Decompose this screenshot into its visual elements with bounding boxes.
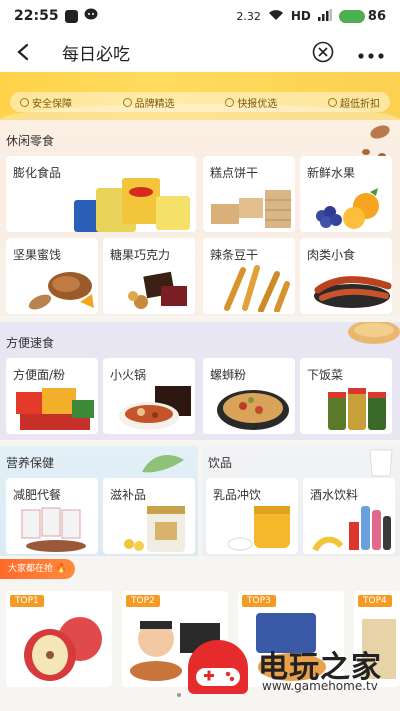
badge-discount: 超低折扣 bbox=[327, 95, 380, 110]
biscuits-icon bbox=[211, 190, 291, 228]
badge-quick: 快报优选 bbox=[225, 95, 277, 110]
fruit-icon bbox=[316, 188, 379, 229]
hotpot-icon bbox=[119, 386, 191, 430]
category-fresh-fruit[interactable]: 新鲜水果 bbox=[300, 156, 392, 232]
watermark-url: www.gamehome.tv bbox=[262, 679, 378, 693]
gamepad-logo-icon bbox=[188, 640, 248, 694]
top-badge: TOP3 bbox=[242, 595, 276, 607]
category-pastry-biscuits[interactable]: 糕点饼干 bbox=[203, 156, 295, 232]
noodles-pack-icon bbox=[16, 388, 94, 430]
badge-safety: 安全保障 bbox=[20, 95, 72, 110]
section-drinks: 饮品 乳品冲饮 酒水饮料 bbox=[202, 446, 400, 556]
nav-bar: 每日必吃 bbox=[0, 32, 400, 72]
category-nuts[interactable]: 坚果蜜饯 bbox=[6, 238, 98, 314]
category-meat-snacks[interactable]: 肉类小食 bbox=[300, 238, 392, 314]
wifi-icon bbox=[268, 9, 284, 24]
category-candy-chocolate[interactable]: 糖果巧克力 bbox=[103, 238, 195, 314]
signal-icon bbox=[317, 8, 332, 24]
more-button[interactable] bbox=[358, 40, 384, 64]
chips-bags-icon bbox=[74, 178, 190, 232]
nuts-icon bbox=[28, 272, 94, 310]
category-spicy-strips[interactable]: 辣条豆干 bbox=[203, 238, 295, 314]
guarantee-badges: 安全保障 品牌精选 快报优选 超低折扣 bbox=[10, 92, 390, 112]
battery-indicator: 86 bbox=[338, 8, 386, 24]
category-luosifen[interactable]: 螺蛳粉 bbox=[203, 358, 295, 434]
app-screen: 22:55 2.32 HD 86 每日必吃 安全保障 品牌精选 快报优选 超低折… bbox=[0, 0, 400, 711]
luosifen-bowl-icon bbox=[217, 390, 289, 430]
spicy-strips-icon bbox=[224, 265, 290, 312]
top-badge: TOP4 bbox=[358, 595, 392, 607]
heart-icon bbox=[122, 97, 132, 107]
category-side-dishes[interactable]: 下饭菜 bbox=[300, 358, 392, 434]
diet-packs-icon bbox=[21, 507, 86, 552]
category-hotpot[interactable]: 小火锅 bbox=[103, 358, 195, 434]
top-card-1[interactable]: TOP1 bbox=[6, 591, 112, 687]
meat-icon bbox=[314, 276, 392, 308]
noodle-bowl-decor-icon bbox=[348, 322, 400, 344]
status-bar: 22:55 2.32 HD 86 bbox=[0, 0, 400, 32]
badge-brand: 品牌精选 bbox=[122, 95, 175, 110]
beverage-bottles-icon bbox=[312, 506, 391, 552]
category-diet-meal[interactable]: 减肥代餐 bbox=[6, 478, 98, 554]
battery-level: 86 bbox=[367, 8, 386, 24]
leaf-decor-icon bbox=[142, 455, 184, 473]
network-speed: 2.32 bbox=[236, 9, 261, 23]
apple-icon bbox=[24, 617, 102, 681]
section-title: 饮品 bbox=[208, 456, 233, 470]
category-alcohol-beverages[interactable]: 酒水饮料 bbox=[303, 478, 395, 554]
pager-dot bbox=[177, 693, 181, 697]
milk-decor-icon bbox=[369, 449, 393, 477]
status-time: 22:55 bbox=[14, 8, 59, 24]
category-instant-noodles[interactable]: 方便面/粉 bbox=[6, 358, 98, 434]
category-puffed-food[interactable]: 膨化食品 bbox=[6, 156, 196, 232]
supplement-bottle-icon bbox=[124, 506, 185, 552]
check-icon bbox=[327, 97, 337, 107]
site-watermark: 电玩之家 www.gamehome.tv bbox=[182, 638, 400, 698]
category-supplements[interactable]: 滋补品 bbox=[103, 478, 195, 554]
battery-icon bbox=[338, 9, 365, 23]
shield-icon bbox=[20, 97, 29, 107]
section-title: 方便速食 bbox=[6, 336, 55, 350]
jars-icon bbox=[328, 388, 386, 430]
section-instant: 方便速食 方便面/粉 小火锅 螺蛳粉 下饭菜 bbox=[0, 322, 400, 440]
category-dairy-drinks[interactable]: 乳品冲饮 bbox=[206, 478, 298, 554]
hot-tag: 大家都在抢 🔥 bbox=[0, 559, 76, 579]
chocolate-icon bbox=[128, 271, 187, 309]
section-title: 营养保健 bbox=[6, 456, 55, 470]
fire-icon: 🔥 bbox=[55, 564, 68, 574]
close-button[interactable] bbox=[312, 41, 334, 63]
more-dots-icon bbox=[358, 53, 384, 59]
section-snacks: 休闲零食 膨化食品 糕点饼干 新鲜水果 坚果蜜饯 糖果巧克力 辣条豆干 肉类小食 bbox=[0, 120, 400, 316]
honey-jar-icon bbox=[227, 506, 290, 551]
notification-icon bbox=[64, 9, 78, 23]
check-icon bbox=[225, 97, 235, 107]
chat-icon bbox=[84, 8, 98, 25]
hd-label: HD bbox=[290, 9, 311, 23]
top-badge: TOP1 bbox=[10, 595, 44, 607]
back-arrow-icon bbox=[17, 43, 29, 61]
section-title: 休闲零食 bbox=[6, 134, 55, 148]
top-badge: TOP2 bbox=[126, 595, 160, 607]
close-circle-icon bbox=[312, 41, 334, 63]
section-health: 营养保健 减肥代餐 滋补品 bbox=[0, 446, 198, 556]
status-right: 2.32 HD 86 bbox=[236, 8, 386, 24]
page-title: 每日必吃 bbox=[62, 44, 130, 65]
back-button[interactable] bbox=[16, 38, 44, 66]
